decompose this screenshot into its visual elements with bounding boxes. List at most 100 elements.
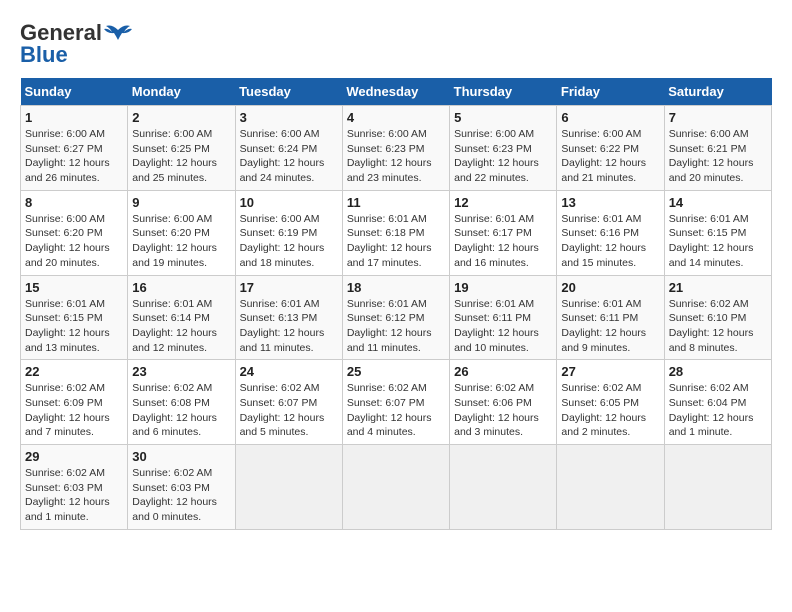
calendar-cell: 9 Sunrise: 6:00 AM Sunset: 6:20 PM Dayli… bbox=[128, 190, 235, 275]
daylight-label: Daylight: 12 hours and 1 minute. bbox=[25, 496, 110, 523]
day-info: Sunrise: 6:01 AM Sunset: 6:18 PM Dayligh… bbox=[347, 212, 445, 271]
calendar-cell: 6 Sunrise: 6:00 AM Sunset: 6:22 PM Dayli… bbox=[557, 106, 664, 191]
daylight-label: Daylight: 12 hours and 15 minutes. bbox=[561, 242, 646, 269]
daylight-label: Daylight: 12 hours and 16 minutes. bbox=[454, 242, 539, 269]
calendar-cell: 30 Sunrise: 6:02 AM Sunset: 6:03 PM Dayl… bbox=[128, 445, 235, 530]
calendar-cell bbox=[450, 445, 557, 530]
day-number: 30 bbox=[132, 449, 230, 464]
day-number: 17 bbox=[240, 280, 338, 295]
day-number: 26 bbox=[454, 364, 552, 379]
day-info: Sunrise: 6:02 AM Sunset: 6:03 PM Dayligh… bbox=[25, 466, 123, 525]
sunrise-label: Sunrise: 6:00 AM bbox=[240, 128, 320, 140]
calendar-cell: 19 Sunrise: 6:01 AM Sunset: 6:11 PM Dayl… bbox=[450, 275, 557, 360]
day-number: 9 bbox=[132, 195, 230, 210]
sunrise-label: Sunrise: 6:00 AM bbox=[25, 213, 105, 225]
daylight-label: Daylight: 12 hours and 14 minutes. bbox=[669, 242, 754, 269]
day-info: Sunrise: 6:00 AM Sunset: 6:21 PM Dayligh… bbox=[669, 127, 767, 186]
day-number: 14 bbox=[669, 195, 767, 210]
day-info: Sunrise: 6:02 AM Sunset: 6:08 PM Dayligh… bbox=[132, 381, 230, 440]
sunset-label: Sunset: 6:25 PM bbox=[132, 143, 210, 155]
calendar-cell: 18 Sunrise: 6:01 AM Sunset: 6:12 PM Dayl… bbox=[342, 275, 449, 360]
day-info: Sunrise: 6:00 AM Sunset: 6:22 PM Dayligh… bbox=[561, 127, 659, 186]
page-header: General Blue bbox=[20, 20, 772, 68]
sunrise-label: Sunrise: 6:02 AM bbox=[454, 382, 534, 394]
calendar-cell: 2 Sunrise: 6:00 AM Sunset: 6:25 PM Dayli… bbox=[128, 106, 235, 191]
weekday-header-wednesday: Wednesday bbox=[342, 78, 449, 106]
sunrise-label: Sunrise: 6:00 AM bbox=[347, 128, 427, 140]
daylight-label: Daylight: 12 hours and 26 minutes. bbox=[25, 157, 110, 184]
day-number: 3 bbox=[240, 110, 338, 125]
day-info: Sunrise: 6:01 AM Sunset: 6:15 PM Dayligh… bbox=[669, 212, 767, 271]
calendar-cell bbox=[342, 445, 449, 530]
sunset-label: Sunset: 6:16 PM bbox=[561, 227, 639, 239]
day-info: Sunrise: 6:02 AM Sunset: 6:06 PM Dayligh… bbox=[454, 381, 552, 440]
daylight-label: Daylight: 12 hours and 20 minutes. bbox=[25, 242, 110, 269]
daylight-label: Daylight: 12 hours and 17 minutes. bbox=[347, 242, 432, 269]
sunset-label: Sunset: 6:23 PM bbox=[454, 143, 532, 155]
day-number: 25 bbox=[347, 364, 445, 379]
day-number: 12 bbox=[454, 195, 552, 210]
logo: General Blue bbox=[20, 20, 132, 68]
day-info: Sunrise: 6:01 AM Sunset: 6:15 PM Dayligh… bbox=[25, 297, 123, 356]
weekday-header-sunday: Sunday bbox=[21, 78, 128, 106]
calendar-cell: 12 Sunrise: 6:01 AM Sunset: 6:17 PM Dayl… bbox=[450, 190, 557, 275]
day-info: Sunrise: 6:02 AM Sunset: 6:04 PM Dayligh… bbox=[669, 381, 767, 440]
calendar-week-5: 29 Sunrise: 6:02 AM Sunset: 6:03 PM Dayl… bbox=[21, 445, 772, 530]
day-info: Sunrise: 6:00 AM Sunset: 6:25 PM Dayligh… bbox=[132, 127, 230, 186]
sunset-label: Sunset: 6:19 PM bbox=[240, 227, 318, 239]
weekday-header-saturday: Saturday bbox=[664, 78, 771, 106]
calendar-cell: 17 Sunrise: 6:01 AM Sunset: 6:13 PM Dayl… bbox=[235, 275, 342, 360]
calendar-cell: 22 Sunrise: 6:02 AM Sunset: 6:09 PM Dayl… bbox=[21, 360, 128, 445]
daylight-label: Daylight: 12 hours and 24 minutes. bbox=[240, 157, 325, 184]
day-number: 2 bbox=[132, 110, 230, 125]
day-number: 15 bbox=[25, 280, 123, 295]
day-number: 18 bbox=[347, 280, 445, 295]
sunset-label: Sunset: 6:24 PM bbox=[240, 143, 318, 155]
day-number: 11 bbox=[347, 195, 445, 210]
sunrise-label: Sunrise: 6:01 AM bbox=[347, 298, 427, 310]
day-number: 1 bbox=[25, 110, 123, 125]
sunset-label: Sunset: 6:03 PM bbox=[132, 482, 210, 494]
sunrise-label: Sunrise: 6:00 AM bbox=[132, 128, 212, 140]
day-number: 19 bbox=[454, 280, 552, 295]
sunset-label: Sunset: 6:09 PM bbox=[25, 397, 103, 409]
day-info: Sunrise: 6:00 AM Sunset: 6:24 PM Dayligh… bbox=[240, 127, 338, 186]
calendar-cell: 3 Sunrise: 6:00 AM Sunset: 6:24 PM Dayli… bbox=[235, 106, 342, 191]
calendar-week-4: 22 Sunrise: 6:02 AM Sunset: 6:09 PM Dayl… bbox=[21, 360, 772, 445]
sunset-label: Sunset: 6:14 PM bbox=[132, 312, 210, 324]
daylight-label: Daylight: 12 hours and 3 minutes. bbox=[454, 412, 539, 439]
calendar-cell: 13 Sunrise: 6:01 AM Sunset: 6:16 PM Dayl… bbox=[557, 190, 664, 275]
calendar-cell: 7 Sunrise: 6:00 AM Sunset: 6:21 PM Dayli… bbox=[664, 106, 771, 191]
calendar-cell: 29 Sunrise: 6:02 AM Sunset: 6:03 PM Dayl… bbox=[21, 445, 128, 530]
daylight-label: Daylight: 12 hours and 23 minutes. bbox=[347, 157, 432, 184]
day-info: Sunrise: 6:02 AM Sunset: 6:10 PM Dayligh… bbox=[669, 297, 767, 356]
calendar-cell: 26 Sunrise: 6:02 AM Sunset: 6:06 PM Dayl… bbox=[450, 360, 557, 445]
day-number: 10 bbox=[240, 195, 338, 210]
day-info: Sunrise: 6:00 AM Sunset: 6:20 PM Dayligh… bbox=[132, 212, 230, 271]
day-number: 28 bbox=[669, 364, 767, 379]
daylight-label: Daylight: 12 hours and 22 minutes. bbox=[454, 157, 539, 184]
day-number: 22 bbox=[25, 364, 123, 379]
logo-bird-icon bbox=[104, 22, 132, 44]
sunset-label: Sunset: 6:27 PM bbox=[25, 143, 103, 155]
day-info: Sunrise: 6:01 AM Sunset: 6:11 PM Dayligh… bbox=[561, 297, 659, 356]
sunrise-label: Sunrise: 6:01 AM bbox=[454, 298, 534, 310]
sunset-label: Sunset: 6:06 PM bbox=[454, 397, 532, 409]
weekday-header-monday: Monday bbox=[128, 78, 235, 106]
sunset-label: Sunset: 6:03 PM bbox=[25, 482, 103, 494]
calendar-cell: 20 Sunrise: 6:01 AM Sunset: 6:11 PM Dayl… bbox=[557, 275, 664, 360]
sunset-label: Sunset: 6:11 PM bbox=[561, 312, 638, 324]
daylight-label: Daylight: 12 hours and 9 minutes. bbox=[561, 327, 646, 354]
daylight-label: Daylight: 12 hours and 21 minutes. bbox=[561, 157, 646, 184]
day-number: 20 bbox=[561, 280, 659, 295]
logo-blue: Blue bbox=[20, 42, 68, 68]
weekday-header-thursday: Thursday bbox=[450, 78, 557, 106]
sunset-label: Sunset: 6:05 PM bbox=[561, 397, 639, 409]
calendar-cell bbox=[557, 445, 664, 530]
day-info: Sunrise: 6:01 AM Sunset: 6:13 PM Dayligh… bbox=[240, 297, 338, 356]
daylight-label: Daylight: 12 hours and 20 minutes. bbox=[669, 157, 754, 184]
calendar-cell bbox=[664, 445, 771, 530]
sunrise-label: Sunrise: 6:02 AM bbox=[132, 382, 212, 394]
sunrise-label: Sunrise: 6:01 AM bbox=[240, 298, 320, 310]
daylight-label: Daylight: 12 hours and 19 minutes. bbox=[132, 242, 217, 269]
